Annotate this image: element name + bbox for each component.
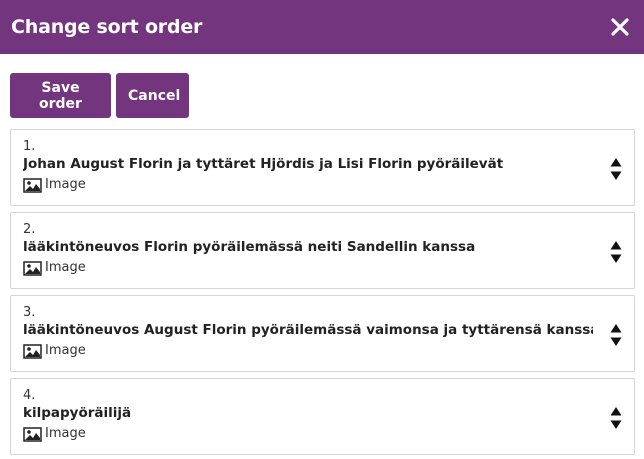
sortable-list: 1. Johan August Florin ja tyttäret Hjörd…: [10, 129, 635, 459]
sort-arrows-icon[interactable]: [610, 324, 622, 346]
item-number: 4.: [23, 388, 36, 403]
item-type-label: Image: [45, 426, 86, 441]
dialog-title: Change sort order: [11, 16, 203, 38]
list-item[interactable]: 3. lääkintöneuvos August Florin pyöräile…: [10, 295, 635, 372]
toolbar: Save order Cancel: [0, 54, 644, 119]
sort-arrows-icon[interactable]: [610, 158, 622, 180]
save-order-button[interactable]: Save order: [10, 73, 111, 118]
image-icon: [23, 344, 42, 359]
list-item[interactable]: 2. lääkintöneuvos Florin pyöräilemässä n…: [10, 212, 635, 289]
item-number: 3.: [23, 305, 36, 320]
sort-arrows-icon[interactable]: [610, 407, 622, 429]
list-item[interactable]: 4. kilpapyöräilijä Image: [10, 378, 635, 455]
item-type-label: Image: [45, 343, 86, 358]
image-icon: [23, 261, 42, 276]
sort-order-dialog: Change sort order Save order Cancel 1. J…: [0, 0, 644, 459]
item-title: lääkintöneuvos Florin pyöräilemässä neit…: [23, 239, 476, 255]
item-title: lääkintöneuvos August Florin pyöräilemäs…: [23, 322, 593, 338]
list-item[interactable]: 1. Johan August Florin ja tyttäret Hjörd…: [10, 129, 635, 206]
dialog-header: Change sort order: [0, 0, 644, 54]
item-type: Image: [23, 259, 622, 277]
image-icon: [23, 427, 42, 442]
cancel-button[interactable]: Cancel: [116, 73, 189, 118]
item-type-label: Image: [45, 177, 86, 192]
item-type-label: Image: [45, 260, 86, 275]
image-icon: [23, 178, 42, 193]
item-type: Image: [23, 342, 622, 360]
sort-arrows-icon[interactable]: [610, 241, 622, 263]
item-number: 1.: [23, 139, 36, 154]
item-title: kilpapyöräilijä: [23, 405, 132, 421]
item-number: 2.: [23, 222, 36, 237]
close-icon: [611, 18, 629, 36]
close-button[interactable]: [606, 13, 634, 41]
item-type: Image: [23, 176, 622, 194]
item-title: Johan August Florin ja tyttäret Hjördis …: [23, 156, 504, 172]
item-type: Image: [23, 425, 622, 443]
